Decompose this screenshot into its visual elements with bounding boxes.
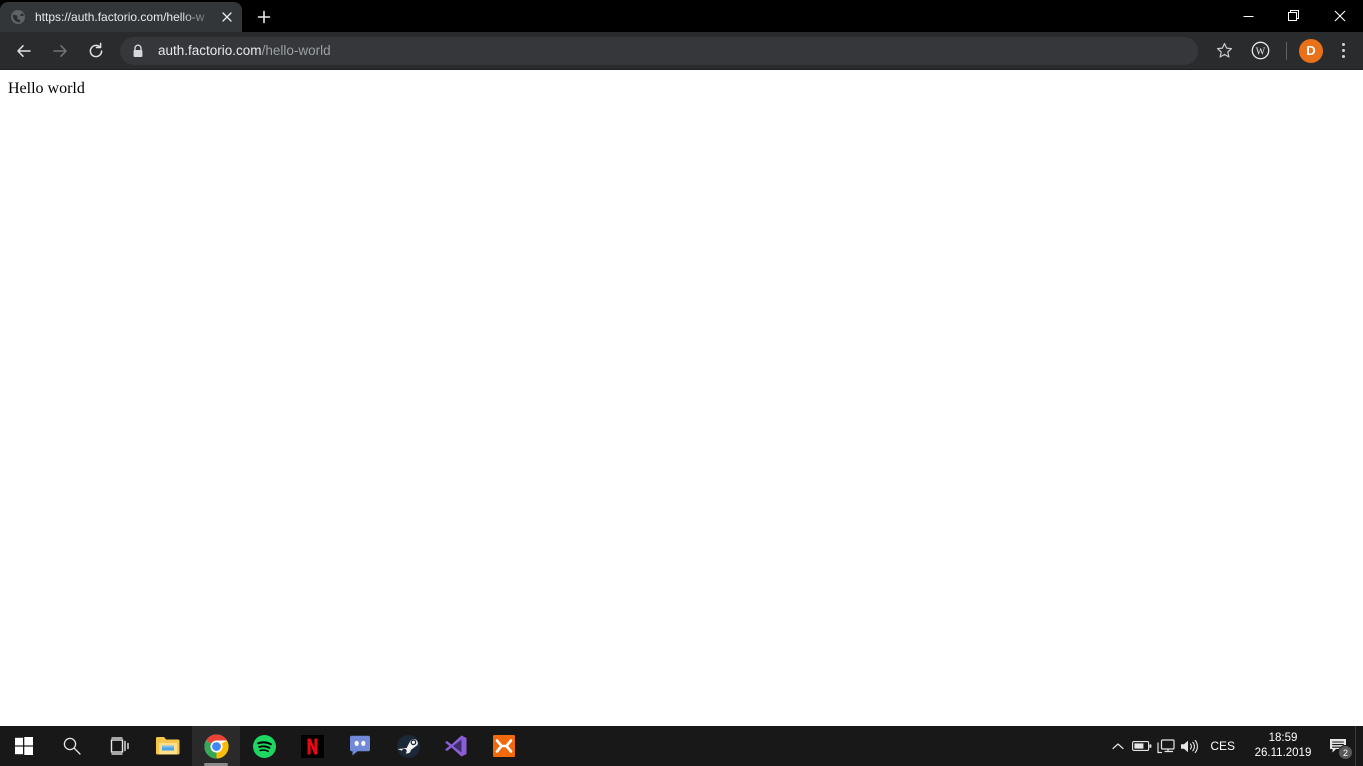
tab-title: https://auth.factorio.com/hello-w — [35, 10, 205, 24]
new-tab-button[interactable] — [250, 3, 278, 31]
lock-icon — [132, 44, 146, 58]
browser-tab[interactable]: https://auth.factorio.com/hello-w — [0, 2, 242, 32]
browser-toolbar: auth.factorio.com/hello-world W D — [0, 32, 1363, 70]
task-view-button[interactable] — [96, 726, 144, 766]
browser-window: https://auth.factorio.com/hello-w auth.f… — [0, 0, 1363, 726]
page-content: Hello world — [0, 71, 1363, 726]
close-icon[interactable] — [218, 8, 236, 26]
three-dot-menu-icon[interactable] — [1329, 36, 1357, 66]
file-explorer-button[interactable] — [144, 726, 192, 766]
back-arrow-icon[interactable] — [9, 36, 39, 66]
system-tray: CES 18:59 26.11.2019 2 — [1106, 726, 1363, 766]
address-bar-url: auth.factorio.com/hello-world — [158, 37, 331, 65]
globe-icon — [10, 9, 26, 25]
toolbar-right-actions: W D — [1206, 36, 1357, 66]
battery-icon[interactable] — [1130, 726, 1154, 766]
netflix-button[interactable] — [288, 726, 336, 766]
vscode-button[interactable] — [432, 726, 480, 766]
url-host: auth.factorio.com — [158, 42, 262, 58]
toolbar-divider — [1286, 41, 1287, 60]
page-body-text: Hello world — [8, 80, 85, 97]
start-button[interactable] — [0, 726, 48, 766]
notification-center-button[interactable]: 2 — [1321, 726, 1355, 766]
search-button[interactable] — [48, 726, 96, 766]
clock[interactable]: 18:59 26.11.2019 — [1245, 726, 1321, 766]
url-path: /hello-world — [261, 42, 331, 58]
address-bar[interactable]: auth.factorio.com/hello-world — [120, 36, 1198, 65]
xampp-button[interactable] — [480, 726, 528, 766]
clock-time: 18:59 — [1268, 732, 1298, 744]
clock-date: 26.11.2019 — [1254, 747, 1312, 759]
network-icon[interactable] — [1154, 726, 1178, 766]
chevron-up-icon[interactable] — [1106, 726, 1130, 766]
language-indicator[interactable]: CES — [1202, 726, 1245, 766]
discord-button[interactable] — [336, 726, 384, 766]
windows-taskbar: CES 18:59 26.11.2019 2 — [0, 726, 1363, 766]
extension-w-icon[interactable]: W — [1245, 36, 1275, 66]
tab-strip: https://auth.factorio.com/hello-w — [0, 0, 1363, 32]
chrome-button[interactable] — [192, 726, 240, 766]
star-icon[interactable] — [1209, 36, 1239, 66]
steam-button[interactable] — [384, 726, 432, 766]
volume-icon[interactable] — [1178, 726, 1202, 766]
minimize-button[interactable] — [1225, 0, 1271, 32]
close-window-button[interactable] — [1317, 0, 1363, 32]
notification-count-badge: 2 — [1338, 745, 1353, 760]
avatar[interactable]: D — [1299, 38, 1323, 63]
maximize-restore-button[interactable] — [1271, 0, 1317, 32]
show-desktop-button[interactable] — [1355, 726, 1361, 766]
window-controls — [1225, 0, 1363, 32]
svg-text:W: W — [1255, 46, 1265, 57]
taskbar-items — [0, 726, 528, 766]
spotify-button[interactable] — [240, 726, 288, 766]
forward-arrow-icon[interactable] — [45, 36, 75, 66]
reload-icon[interactable] — [81, 36, 111, 66]
